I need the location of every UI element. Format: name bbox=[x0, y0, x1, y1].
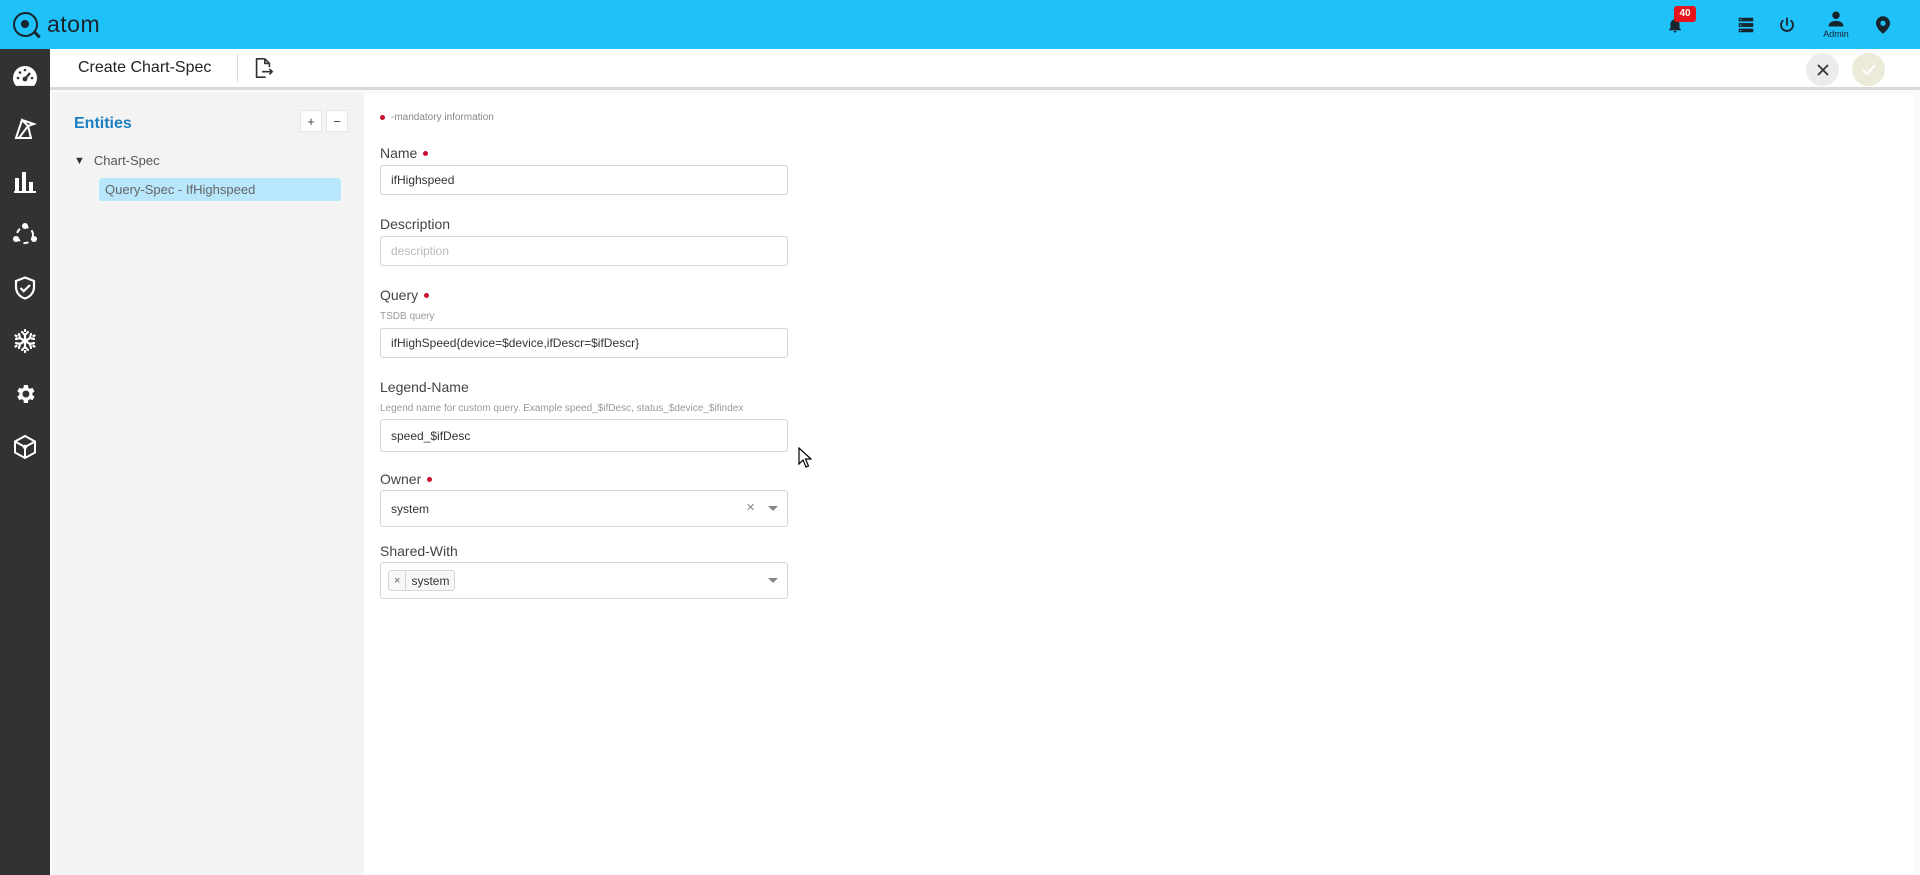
devices-icon bbox=[14, 117, 37, 139]
file-export-icon bbox=[256, 58, 274, 78]
nav-security[interactable] bbox=[0, 261, 50, 314]
nav-devices[interactable] bbox=[0, 102, 50, 155]
tree-node-query-spec[interactable]: Query-Spec - IfHighspeed bbox=[99, 178, 341, 201]
tag-label: system bbox=[411, 573, 450, 588]
top-bar: atom 40 Admin bbox=[0, 0, 1920, 49]
power-button[interactable] bbox=[1775, 0, 1799, 49]
shared-with-tag: × system bbox=[388, 570, 456, 591]
location-pin-icon bbox=[1876, 15, 1890, 34]
legend-name-label: Legend-Name bbox=[380, 379, 469, 395]
storage-icon bbox=[1738, 17, 1754, 32]
save-button[interactable] bbox=[1852, 53, 1885, 86]
gear-icon bbox=[17, 384, 35, 403]
speedometer-icon bbox=[13, 65, 37, 86]
shared-with-select[interactable]: × system bbox=[380, 562, 788, 599]
owner-label-text: Owner bbox=[380, 471, 422, 487]
nav-settings[interactable] bbox=[0, 367, 50, 420]
power-icon bbox=[1780, 16, 1794, 32]
description-label-text: Description bbox=[380, 216, 451, 232]
nav-topology[interactable] bbox=[0, 208, 50, 261]
legend-name-hint: Legend name for custom query. Example sp… bbox=[380, 403, 744, 414]
cancel-button[interactable] bbox=[1806, 53, 1839, 86]
remove-entity-button[interactable]: − bbox=[326, 110, 348, 132]
header-divider bbox=[237, 54, 239, 82]
query-input[interactable]: ifHighSpeed{device=$device,ifDescr=$ifDe… bbox=[380, 328, 788, 358]
add-entity-button[interactable]: + bbox=[300, 110, 322, 132]
shared-with-label: Shared-With bbox=[380, 543, 458, 559]
bar-chart-icon bbox=[14, 171, 36, 193]
checkmark-icon bbox=[1861, 63, 1876, 75]
chevron-down-icon[interactable] bbox=[768, 578, 778, 583]
nav-packages[interactable] bbox=[0, 420, 50, 473]
atom-logo-icon bbox=[13, 12, 38, 37]
mandatory-note: -mandatory information bbox=[380, 112, 494, 123]
notification-badge: 40 bbox=[1674, 6, 1696, 22]
user-menu[interactable]: Admin bbox=[1818, 0, 1854, 49]
name-input[interactable]: ifHighspeed bbox=[380, 165, 788, 195]
user-icon bbox=[1828, 11, 1844, 27]
cube-network-icon bbox=[14, 434, 36, 459]
required-dot-icon bbox=[424, 292, 430, 298]
owner-label: Owner bbox=[380, 471, 433, 487]
nav-dashboard[interactable] bbox=[0, 49, 50, 102]
nav-freeze[interactable] bbox=[0, 314, 50, 367]
description-label: Description bbox=[380, 216, 450, 232]
left-nav-rail bbox=[0, 49, 50, 875]
tree-node-chart-spec[interactable]: ▼ Chart-Spec bbox=[74, 153, 160, 168]
description-input[interactable]: description bbox=[380, 236, 788, 266]
mouse-cursor-icon bbox=[798, 447, 812, 468]
owner-value: system bbox=[391, 501, 430, 516]
network-topology-icon bbox=[13, 222, 37, 244]
tree-node-label: Chart-Spec bbox=[93, 153, 160, 168]
query-label-text: Query bbox=[380, 287, 419, 303]
mandatory-note-text: -mandatory information bbox=[391, 112, 494, 123]
page-title: Create Chart-Spec bbox=[78, 59, 212, 76]
name-label-text: Name bbox=[380, 145, 418, 161]
required-dot-icon bbox=[423, 150, 429, 156]
nav-analytics[interactable] bbox=[0, 155, 50, 208]
remove-tag-icon[interactable]: × bbox=[389, 571, 407, 590]
location-button[interactable] bbox=[1873, 0, 1893, 49]
form-area: -mandatory information Name ifHighspeed … bbox=[364, 93, 1914, 875]
clear-selection-icon[interactable]: × bbox=[746, 500, 755, 516]
shared-with-label-text: Shared-With bbox=[380, 543, 458, 559]
query-hint: TSDB query bbox=[380, 311, 435, 322]
legend-name-input[interactable]: speed_$ifDesc bbox=[380, 419, 788, 452]
logo-text: atom bbox=[47, 11, 101, 37]
mandatory-dot-icon bbox=[380, 115, 385, 120]
name-label: Name bbox=[380, 145, 429, 161]
query-label: Query bbox=[380, 287, 430, 303]
app-logo[interactable]: atom bbox=[13, 11, 100, 38]
snowflake-icon bbox=[14, 328, 36, 353]
shield-check-icon bbox=[14, 275, 36, 300]
admin-label: Admin bbox=[1823, 29, 1849, 39]
export-button[interactable] bbox=[252, 57, 274, 79]
entities-title: Entities bbox=[74, 115, 132, 132]
notifications-button[interactable]: 40 bbox=[1660, 0, 1696, 49]
legend-name-label-text: Legend-Name bbox=[380, 379, 469, 395]
entities-panel: Entities + − ▼ Chart-Spec Query-Spec - I… bbox=[52, 93, 364, 875]
storage-button[interactable] bbox=[1734, 0, 1758, 49]
required-dot-icon bbox=[427, 476, 433, 482]
expand-triangle-icon[interactable]: ▼ bbox=[74, 155, 85, 167]
page-header: Create Chart-Spec bbox=[50, 49, 1920, 90]
close-icon bbox=[1816, 63, 1829, 76]
chevron-down-icon[interactable] bbox=[768, 506, 778, 511]
owner-select[interactable]: system × bbox=[380, 490, 788, 527]
